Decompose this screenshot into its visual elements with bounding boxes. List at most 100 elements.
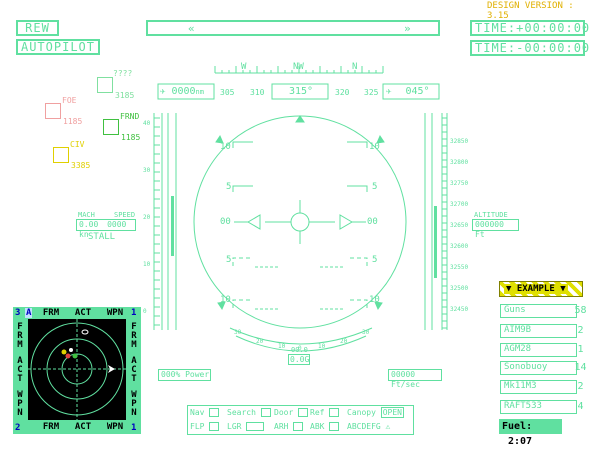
bank-scale-label: 30 — [362, 329, 370, 336]
fuel-value: 2:07 — [508, 436, 533, 447]
pitch-label-5-right: 5 — [372, 182, 378, 192]
bank-scale-label: 30 — [234, 329, 242, 336]
altitude-tick-label: 32500 — [450, 285, 469, 292]
heading-tick-325: 325 — [364, 88, 379, 97]
weapon-count: 1 — [577, 344, 584, 355]
weapon-row[interactable]: Sonobuoy — [500, 361, 577, 375]
power-readout: 000% Power — [158, 369, 211, 381]
radar-top-frm[interactable]: FRM — [37, 308, 65, 318]
radar-left-wpn[interactable]: WPN — [15, 391, 25, 418]
weapon-count: 58 — [574, 305, 587, 316]
contact-unknown-value: 3185 — [115, 91, 135, 100]
pitch-label-10-right: 10 — [369, 142, 380, 152]
pitch-label-5-left: 5 — [226, 182, 232, 192]
status-ref-label: Ref — [310, 408, 325, 417]
radar-left-frm[interactable]: FRM — [15, 323, 25, 350]
weapon-row[interactable]: AIM9B — [500, 324, 577, 338]
contact-friend-label: FRND — [120, 112, 140, 121]
speed-tick-label: 20 — [143, 214, 151, 221]
weapon-name: Mk11M3 — [504, 381, 537, 391]
flaps-toggle-icon — [209, 422, 220, 431]
waypoint-icon: ✈ — [386, 87, 392, 97]
weapon-count: 2 — [577, 381, 584, 392]
weapon-count: 4 — [577, 401, 584, 412]
speed-label: SPEED — [114, 211, 136, 219]
status-canopy-label: Canopy — [347, 408, 376, 417]
radar-scope[interactable] — [28, 319, 126, 420]
radar-right-frm[interactable]: FRM — [129, 323, 139, 350]
bank-scale-label: 10 — [318, 343, 326, 350]
speed-tick-label: 40 — [143, 120, 151, 127]
radar-mode-1-top[interactable]: 1 — [131, 308, 136, 318]
radar-top-wpn[interactable]: WPN — [101, 308, 129, 318]
range-unit: nm — [195, 88, 204, 96]
power-value: 000 — [161, 370, 176, 379]
status-door[interactable]: Door — [274, 408, 309, 417]
status-abk[interactable]: ABK — [310, 422, 340, 431]
status-nav[interactable]: Nav — [190, 408, 220, 417]
radar-mode-2[interactable]: 2 — [15, 423, 20, 433]
contact-foe-label: FOE — [62, 96, 77, 105]
weapon-row[interactable]: Guns — [500, 304, 577, 318]
pitch-label-00-left: 00 — [220, 217, 231, 227]
status-panel: Nav Search Door Ref Canopy OPEN FLP LGR … — [187, 405, 414, 435]
vsi-readout: 00000 Ft/sec — [388, 369, 442, 389]
status-abcdefg[interactable]: ABCDEFG ⚠ — [347, 422, 390, 431]
speed-tick-label: 10 — [143, 261, 151, 268]
radar-right-act[interactable]: ACT — [129, 357, 139, 384]
status-lgr[interactable]: LGR — [227, 422, 265, 431]
arh-toggle-icon — [293, 422, 304, 431]
weapon-name: RAFT533 — [504, 401, 542, 411]
pitch-label-00-right: 00 — [367, 217, 378, 227]
status-abk-label: ABK — [310, 422, 325, 431]
bank-scale-label: 20 — [340, 338, 348, 345]
contact-unknown-label: ???? — [113, 69, 133, 78]
gear-toggle-icon — [246, 422, 265, 431]
weapon-row[interactable]: Mk11M3 — [500, 380, 577, 394]
status-nav-label: Nav — [190, 408, 205, 417]
radar-mode-a[interactable]: A — [25, 308, 33, 318]
contact-civ-value: 3385 — [71, 161, 91, 170]
g-load-value: 0.0 — [290, 355, 305, 364]
vsi-unit: Ft/sec — [391, 380, 420, 389]
weapon-row[interactable]: AGM28 — [500, 343, 577, 357]
altitude-tick-label: 32450 — [450, 306, 469, 313]
radar-left-act[interactable]: ACT — [15, 357, 25, 384]
compass-w-label: W — [241, 62, 247, 72]
weapons-header-label: ▼ EXAMPLE ▼ — [504, 284, 568, 294]
heading-tick-305: 305 — [220, 88, 235, 97]
pitch-label-m10-right: 10 — [369, 295, 380, 305]
bank-scale-label: 20 — [256, 338, 264, 345]
radar-bottom-frm[interactable]: FRM — [37, 422, 65, 432]
status-search[interactable]: Search — [227, 408, 271, 417]
status-lgr-label: LGR — [227, 422, 242, 431]
status-ref[interactable]: Ref — [310, 408, 340, 417]
contact-foe-value: 1185 — [63, 117, 83, 126]
speed-tick-label: 30 — [143, 167, 151, 174]
radar-bottom-wpn[interactable]: WPN — [101, 422, 129, 432]
radar-right-wpn[interactable]: WPN — [129, 391, 139, 418]
status-canopy[interactable]: Canopy OPEN — [347, 407, 404, 418]
altitude-tick-label: 32850 — [450, 138, 469, 145]
altitude-tick-label: 32700 — [450, 201, 469, 208]
radar-panel[interactable]: 3 A 1 2 1 FRM ACT WPN FRM ACT WPN FRM AC… — [13, 307, 141, 434]
down-arrow-icon: ▼ — [506, 284, 512, 294]
g-load-readout: 0.0G — [288, 354, 310, 365]
airspeed-readout: 0.00 0000 kn — [76, 219, 136, 239]
weapon-name: AIM9B — [504, 325, 532, 335]
range-readout: ✈ 0000nm — [160, 86, 204, 97]
radar-top-act[interactable]: ACT — [69, 308, 97, 318]
compass-n-label: N — [352, 62, 358, 72]
contact-civ-label: CIV — [70, 140, 85, 149]
status-flp[interactable]: FLP — [190, 422, 220, 431]
weapon-row[interactable]: RAFT533 — [500, 400, 577, 414]
ref-toggle-icon — [329, 408, 340, 417]
weapons-header[interactable]: ▼ EXAMPLE ▼ — [499, 281, 583, 297]
door-toggle-icon — [298, 408, 309, 417]
status-arh[interactable]: ARH — [274, 422, 304, 431]
radar-bottom-act[interactable]: ACT — [69, 422, 97, 432]
compass-nw-label: NW — [293, 62, 304, 72]
radar-mode-1-bottom[interactable]: 1 — [131, 423, 136, 433]
radar-mode-3[interactable]: 3 — [15, 308, 20, 318]
speed-tick-label: 0 — [143, 308, 147, 315]
